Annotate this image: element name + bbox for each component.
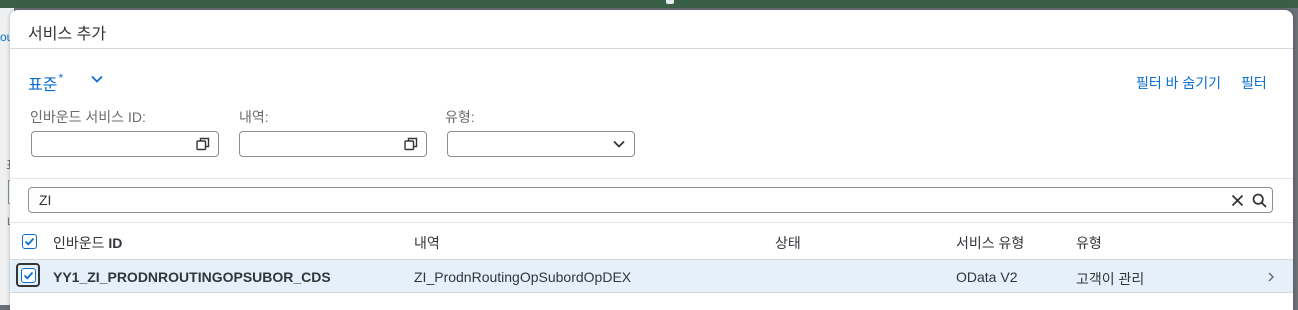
chevron-right-icon[interactable] xyxy=(1266,271,1276,283)
filter-bar-divider xyxy=(10,178,1293,179)
cell-type: 고객이 관리 xyxy=(1076,271,1145,287)
cell-inbound-id: YY1_ZI_PRODNROUTINGOPSUBOR_CDS xyxy=(53,269,331,285)
add-service-dialog: 서비스 추가 표준* 필터 바 숨기기 필터 인바운드 서비스 ID: 내역: … xyxy=(10,10,1293,310)
row-select-checkbox[interactable] xyxy=(21,268,36,283)
table-toolbar-divider xyxy=(10,222,1293,223)
column-header-status[interactable]: 상태 xyxy=(775,233,801,253)
hide-filter-bar-link[interactable]: 필터 바 숨기기 xyxy=(1136,73,1221,93)
checkmark-icon xyxy=(24,237,35,246)
variant-selector[interactable]: 표준* xyxy=(28,71,63,95)
column-header-inbound-id[interactable]: 인바운드 ID xyxy=(53,233,122,253)
checkmark-icon xyxy=(23,271,34,280)
close-icon[interactable] xyxy=(1230,193,1245,208)
type-label: 유형: xyxy=(445,109,475,125)
chevron-down-icon[interactable] xyxy=(90,72,104,86)
dialog-title: 서비스 추가 xyxy=(28,26,107,43)
type-select[interactable] xyxy=(447,131,635,157)
variant-modified-marker: * xyxy=(58,70,64,85)
shell-notch xyxy=(666,0,674,4)
value-help-icon[interactable] xyxy=(404,137,418,151)
column-header-type[interactable]: 유형 xyxy=(1076,233,1102,253)
search-value: ZI xyxy=(39,192,52,208)
select-all-checkbox[interactable] xyxy=(22,234,37,249)
description-label: 내역: xyxy=(239,109,269,125)
column-header-description[interactable]: 내역 xyxy=(414,233,440,253)
search-field[interactable]: ZI xyxy=(28,187,1273,213)
column-header-inbound-id-prefix: 인바운드 xyxy=(53,235,105,251)
dialog-header-divider xyxy=(10,48,1293,49)
value-help-icon[interactable] xyxy=(196,137,210,151)
column-header-service-type[interactable]: 서비스 유형 xyxy=(956,233,1024,253)
cell-description: ZI_ProdnRoutingOpSubordOpDEX xyxy=(414,269,632,285)
inbound-service-id-label: 인바운드 서비스 ID: xyxy=(30,109,146,125)
chevron-down-icon[interactable] xyxy=(612,137,626,151)
inbound-service-id-input[interactable] xyxy=(31,131,219,157)
variant-label: 표준 xyxy=(28,77,58,94)
cell-service-type: OData V2 xyxy=(956,269,1018,285)
column-header-inbound-id-suffix: ID xyxy=(108,235,123,251)
shell-bar xyxy=(0,0,1298,8)
description-input[interactable] xyxy=(239,131,427,157)
search-icon[interactable] xyxy=(1252,193,1267,208)
filters-link[interactable]: 필터 xyxy=(1241,73,1267,93)
